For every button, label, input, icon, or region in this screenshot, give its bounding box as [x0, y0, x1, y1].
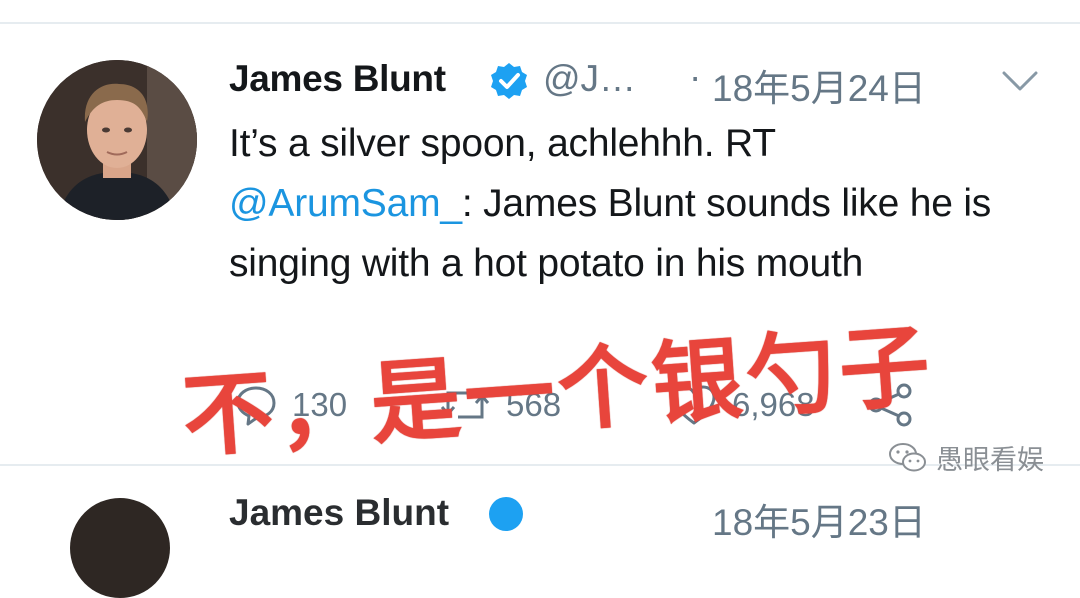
next-verified-badge-icon: [489, 497, 523, 531]
next-tweet-date[interactable]: 18年5月23日: [712, 492, 926, 546]
tweet-date[interactable]: 18年5月24日: [712, 58, 926, 112]
avatar[interactable]: [37, 60, 197, 220]
verified-badge-icon: [491, 63, 527, 99]
next-tweet-author[interactable]: James Blunt: [229, 492, 449, 534]
author-name[interactable]: James Blunt: [229, 58, 446, 100]
top-divider: [0, 22, 1080, 24]
watermark: 愚眼看娱: [888, 438, 1044, 477]
separator-dot: ·: [689, 56, 702, 97]
wechat-icon: [889, 442, 926, 471]
mention-link[interactable]: @ArumSam_: [229, 182, 462, 225]
watermark-text: 愚眼看娱: [936, 445, 1044, 475]
tweet-text: It’s a silver spoon, achlehhh. RT @ArumS…: [229, 114, 1029, 294]
chevron-down-icon[interactable]: [1001, 68, 1039, 94]
overlay-caption: 不，是一个银勺子: [179, 313, 937, 471]
author-handle[interactable]: @J…: [543, 58, 636, 100]
tweet-text-before: It’s a silver spoon, achlehhh. RT: [229, 122, 776, 165]
next-tweet-avatar[interactable]: [70, 498, 170, 598]
